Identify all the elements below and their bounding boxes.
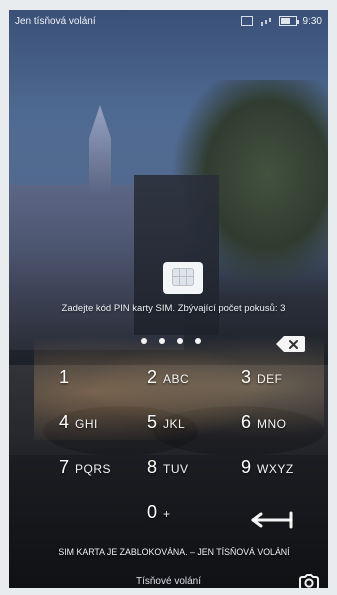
key-8[interactable]: 8 TUV: [147, 457, 217, 485]
key-2[interactable]: 2 ABC: [147, 367, 217, 395]
enter-button[interactable]: [247, 507, 297, 533]
emergency-call-button[interactable]: Tísňové volání: [9, 576, 328, 587]
sim-chip-icon: [172, 268, 194, 286]
signal-icon: [259, 16, 273, 26]
delete-button[interactable]: [274, 334, 306, 354]
key-number: 1: [59, 367, 70, 387]
sim-card-icon: [240, 16, 253, 26]
camera-shortcut-button[interactable]: [298, 572, 320, 588]
phone-frame: Jen tísňová volání 9:30 Zadejte kód PIN …: [0, 0, 337, 595]
enter-arrow-icon: [251, 511, 293, 529]
battery-icon: [278, 16, 299, 26]
key-0[interactable]: 0 +: [147, 502, 217, 530]
sim-card-graphic: [163, 262, 203, 294]
key-9[interactable]: 9 WXYZ: [241, 457, 311, 485]
camera-icon: [299, 574, 319, 588]
key-number: 0: [147, 502, 158, 522]
key-number: 6: [241, 412, 252, 432]
pin-prompt: Zadejte kód PIN karty SIM. Zbývající poč…: [61, 303, 286, 314]
key-letters: WXYZ: [257, 462, 294, 476]
key-3[interactable]: 3 DEF: [241, 367, 311, 395]
key-4[interactable]: 4 GHI: [59, 412, 129, 440]
status-carrier-text: Jen tísňová volání: [15, 15, 96, 27]
key-7[interactable]: 7 PQRS: [59, 457, 129, 485]
lock-screen: Jen tísňová volání 9:30 Zadejte kód PIN …: [9, 10, 328, 588]
key-letters: +: [163, 507, 171, 521]
key-letters: JKL: [163, 417, 186, 431]
status-icons: 9:30: [240, 15, 322, 27]
key-1[interactable]: 1: [59, 367, 129, 395]
key-number: 3: [241, 367, 252, 387]
pin-dot: [177, 338, 183, 344]
key-number: 2: [147, 367, 158, 387]
key-letters: ABC: [163, 372, 190, 386]
pin-dot: [195, 338, 201, 344]
key-number: 5: [147, 412, 158, 432]
key-6[interactable]: 6 MNO: [241, 412, 311, 440]
key-number: 8: [147, 457, 158, 477]
battery-level-fill: [280, 18, 291, 24]
key-letters: GHI: [75, 417, 98, 431]
key-5[interactable]: 5 JKL: [147, 412, 217, 440]
key-number: 9: [241, 457, 252, 477]
sim-locked-message: SIM KARTA JE ZABLOKOVÁNA. – JEN TÍSŇOVÁ …: [58, 547, 290, 557]
status-time: 9:30: [302, 15, 322, 27]
backspace-icon: [276, 336, 305, 352]
pin-entry-dots: [141, 338, 201, 344]
wallpaper-spire: [89, 105, 111, 200]
pin-dot: [141, 338, 147, 344]
key-number: 4: [59, 412, 70, 432]
key-letters: PQRS: [75, 462, 112, 476]
status-bar: Jen tísňová volání 9:30: [9, 10, 328, 32]
key-letters: TUV: [163, 462, 189, 476]
key-letters: MNO: [257, 417, 287, 431]
pin-dot: [159, 338, 165, 344]
key-number: 7: [59, 457, 70, 477]
key-letters: DEF: [257, 372, 283, 386]
